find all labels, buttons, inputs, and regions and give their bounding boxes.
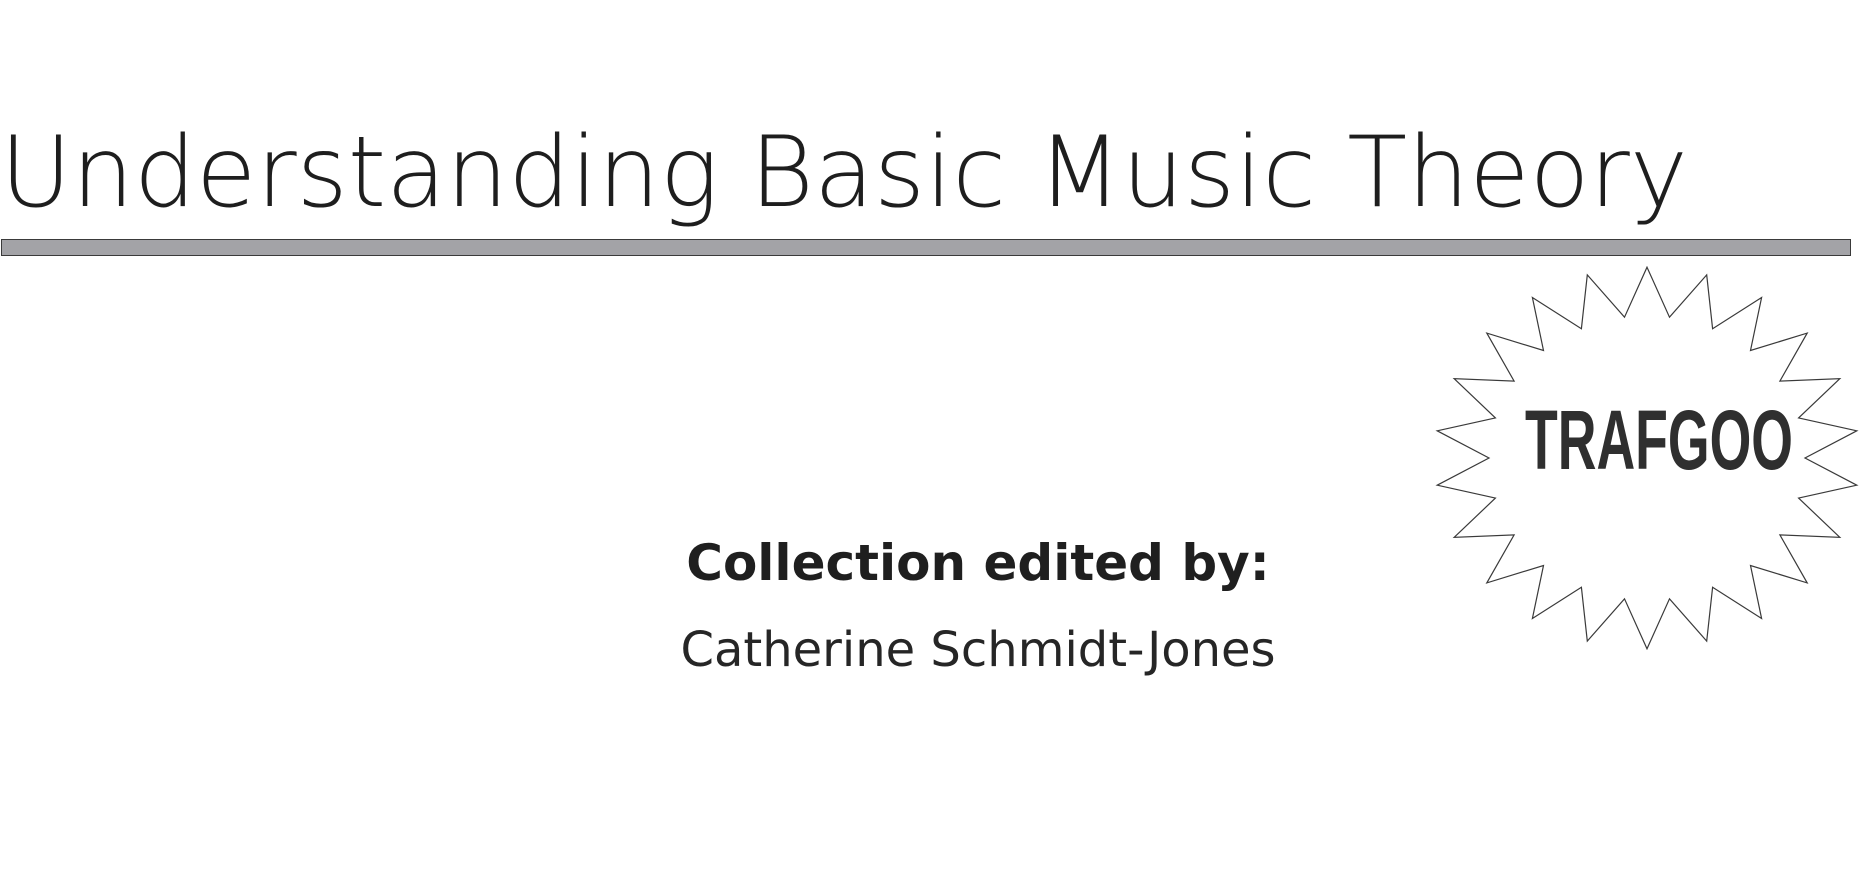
collection-label: Collection edited by: — [686, 534, 1270, 592]
document-page: Understanding Basic Music Theory TRAFGOO… — [0, 0, 1864, 869]
editor-name: Catherine Schmidt-Jones — [680, 622, 1276, 678]
title-rule — [1, 239, 1851, 256]
document-title: Understanding Basic Music Theory — [0, 116, 1688, 230]
stamp-text: TRAFGOO — [1525, 393, 1793, 487]
